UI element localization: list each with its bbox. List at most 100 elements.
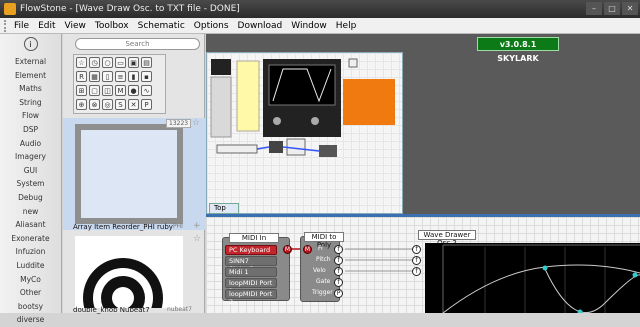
close-button[interactable]: ✕ [622,2,638,15]
category-item[interactable]: MyCo [0,273,61,287]
device-row-selected[interactable]: PC Keyboard [225,245,277,255]
filter-row-3: ⊞ ▢ ◫ M ● ∿ [76,85,152,96]
grid-icon[interactable]: ▦ [89,71,100,82]
menu-file[interactable]: File [14,21,29,31]
output-label: Velo [313,267,326,274]
midi-to-poly-title: MIDI to Poly [304,232,344,249]
image-icon[interactable]: ▣ [128,57,139,68]
menu-bar: File Edit View Toolbox Schematic Options… [0,18,640,34]
menu-schematic[interactable]: Schematic [138,21,185,31]
menu-help[interactable]: Help [336,21,357,31]
category-item[interactable]: diverse [0,313,61,327]
category-item[interactable]: String [0,96,61,110]
category-item[interactable]: DSP [0,123,61,137]
device-row[interactable]: loopMIDI Port 1 [225,278,277,295]
category-item[interactable]: System [0,177,61,191]
list-icon[interactable]: ≡ [115,71,126,82]
poly-out-pin-icon[interactable]: f [334,278,343,287]
midi-out-pin-icon[interactable]: M [283,245,292,254]
poly-out-pin-icon[interactable]: f [334,267,343,276]
midi-in-pin-icon[interactable]: M [303,245,312,254]
menu-options[interactable]: Options [194,21,229,31]
wave-drawer-display[interactable] [425,243,640,315]
window-controls: – □ ✕ [586,2,638,15]
info-icon[interactable]: i [23,37,38,51]
item-name: Array Item Reorder_PHI ruby [73,223,173,231]
navigator-preview [210,58,395,157]
category-item[interactable]: Maths [0,82,61,96]
favorite-star-icon[interactable]: ☆ [192,118,200,128]
minimize-button[interactable]: – [586,2,602,15]
ring-icon[interactable]: ◎ [102,99,113,110]
wave-drawer-title: Wave Drawer Osc 2 [418,230,476,247]
category-item[interactable]: Infuzion [0,245,61,259]
device-row[interactable]: Midi 1 [225,267,277,277]
tab-top[interactable]: Top [209,203,239,214]
poly-out-pin-icon[interactable]: f [334,256,343,265]
search-input[interactable]: Search [75,38,200,50]
p-icon[interactable]: P [141,99,152,110]
bar-icon[interactable]: ▮ [128,71,139,82]
category-item[interactable]: Imagery [0,150,61,164]
toolbox-item[interactable] [75,236,183,327]
arrow-icon[interactable]: ⊕ [76,99,87,110]
category-item[interactable]: Other [0,286,61,300]
x-icon[interactable]: ✕ [128,99,139,110]
layers-icon[interactable]: ▤ [141,57,152,68]
add-item-icon[interactable]: + [193,221,201,231]
s-icon[interactable]: S [115,99,126,110]
device-row[interactable]: loopMIDI Port 2 [225,289,277,306]
star-icon[interactable]: ☆ [76,57,87,68]
item-id-badge: 13223 [166,119,192,128]
category-item[interactable]: Aliasant [0,218,61,232]
version-badge: v3.0.8.1 SKYLARK [477,37,559,63]
category-item[interactable]: Flow [0,109,61,123]
poly-out-pin-icon[interactable]: P [334,289,343,298]
category-item[interactable]: Debug [0,191,61,205]
wave-in-pin-icon[interactable]: f [412,267,421,276]
toolbox-item-selected[interactable] [63,118,205,230]
dot-icon[interactable]: ● [128,85,139,96]
window-title: FlowStone - [Wave Draw Osc. to TXT file … [20,4,240,14]
category-item[interactable]: bootsy [0,300,61,314]
category-item[interactable]: Element [0,69,61,83]
tile-icon[interactable]: ◫ [102,85,113,96]
doc-icon[interactable]: ▯ [102,71,113,82]
menu-edit[interactable]: Edit [38,21,55,31]
knob-thumbnail-icon [83,258,163,327]
menu-window[interactable]: Window [291,21,327,31]
midi-in-title: MIDI In [229,233,279,243]
device-row[interactable]: SINN7 Status2... [225,256,277,273]
category-item[interactable]: new [0,205,61,219]
poly-out-pin-icon[interactable]: f [334,245,343,254]
connector-icon[interactable]: ⊞ [76,85,87,96]
output-label: Gate [316,278,331,285]
filter-row-1: ☆ ◷ ○ ▭ ▣ ▤ [76,57,152,68]
clock-icon[interactable]: ◷ [89,57,100,68]
category-item[interactable]: GUI [0,164,61,178]
output-label: Pitch [316,256,331,263]
waveform-graph [442,244,640,315]
wave-in-pin-icon[interactable]: f [412,256,421,265]
wave-in-pin-icon[interactable]: f [412,245,421,254]
rect-icon[interactable]: ▭ [115,57,126,68]
category-item[interactable]: Audio [0,137,61,151]
menu-toolbox[interactable]: Toolbox [95,21,129,31]
page-icon[interactable]: ▢ [89,85,100,96]
menu-download[interactable]: Download [238,21,283,31]
circle-icon[interactable]: ○ [102,57,113,68]
cross-icon[interactable]: ⊗ [89,99,100,110]
chip-icon[interactable]: ▪ [141,71,152,82]
item-author: nubeat7 [167,306,192,313]
m-icon[interactable]: M [115,85,126,96]
wave-icon[interactable]: ∿ [141,85,152,96]
favorite-star-icon[interactable]: ☆ [193,234,201,244]
maximize-button[interactable]: □ [604,2,620,15]
category-item[interactable]: Luddite [0,259,61,273]
output-label: Fr [318,245,324,252]
r-icon[interactable]: R [76,71,87,82]
schematic-navigator[interactable] [206,52,403,214]
menu-view[interactable]: View [65,21,86,31]
category-item[interactable]: Exonerate [0,232,61,246]
category-item[interactable]: External [0,55,61,69]
